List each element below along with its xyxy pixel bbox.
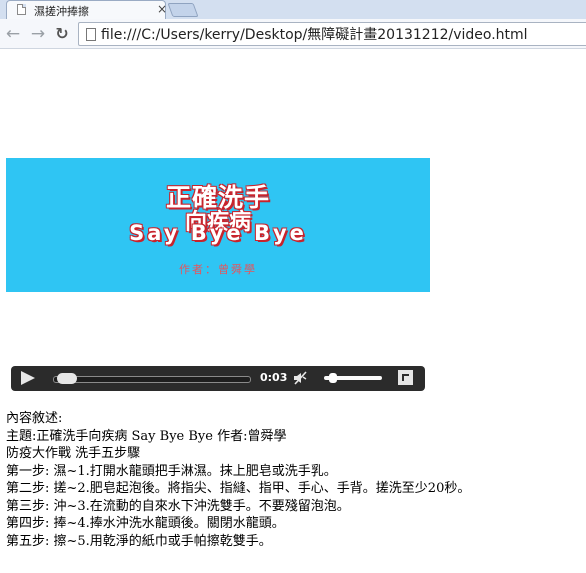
mute-icon[interactable] — [292, 370, 308, 386]
back-arrow-icon[interactable]: ← — [3, 24, 23, 44]
volume-thumb[interactable] — [329, 373, 337, 383]
close-tab-icon[interactable]: × — [157, 2, 167, 16]
video-timeline[interactable] — [53, 373, 251, 384]
address-input[interactable] — [101, 26, 581, 42]
file-icon — [86, 28, 96, 41]
description-line: 內容敘述: — [6, 411, 63, 426]
description-line: 主題:正確洗手向疾病 Say Bye Bye 作者:曾舜學 — [6, 428, 287, 444]
description-line: 第五步: 擦~5.用乾淨的紙巾或手帕擦乾雙手。 — [6, 533, 272, 549]
poster-title-line3: Say Bye Bye — [129, 221, 307, 245]
browser-tab[interactable]: 濕搓沖捧擦 × — [6, 0, 167, 19]
volume-slider[interactable] — [324, 373, 382, 383]
browser-toolbar: ← → ↻ — [0, 19, 586, 49]
play-icon[interactable] — [21, 371, 35, 385]
description-line: 第二步: 搓~2.肥皂起泡後。將指尖、指縫、指甲、手心、手背。搓洗至少20秒。 — [6, 481, 471, 496]
fullscreen-icon[interactable] — [398, 370, 413, 385]
description-line: 第四步: 捧~4.捧水沖洗水龍頭後。關閉水龍頭。 — [6, 516, 285, 531]
forward-arrow-icon[interactable]: → — [28, 24, 48, 44]
reload-icon[interactable]: ↻ — [52, 24, 72, 44]
description-text: 內容敘述: 主題:正確洗手向疾病 Say Bye Bye 作者:曾舜學 防疫大作… — [6, 410, 581, 550]
current-time: 0:03 — [260, 371, 288, 384]
description-line: 第一步: 濕~1.打開水龍頭把手淋濕。抹上肥皂或洗手乳。 — [6, 463, 337, 479]
video-player[interactable]: 正確洗手 向疾病 Say Bye Bye 作者：曾舜學 — [6, 158, 430, 292]
page-icon — [17, 4, 26, 15]
new-tab-button[interactable] — [167, 3, 199, 17]
poster-author: 作者：曾舜學 — [179, 263, 257, 276]
timeline-scrubber[interactable] — [56, 373, 77, 384]
tab-strip: 濕搓沖捧擦 × — [0, 0, 586, 19]
video-controls: 0:03 — [11, 366, 425, 391]
address-bar[interactable] — [78, 22, 586, 46]
tab-title: 濕搓沖捧擦 — [34, 5, 89, 18]
description-line: 防疫大作戰 洗手五步驟 — [6, 446, 141, 461]
description-line: 第三步: 沖~3.在流動的自來水下沖洗雙手。不要殘留泡泡。 — [6, 498, 350, 514]
